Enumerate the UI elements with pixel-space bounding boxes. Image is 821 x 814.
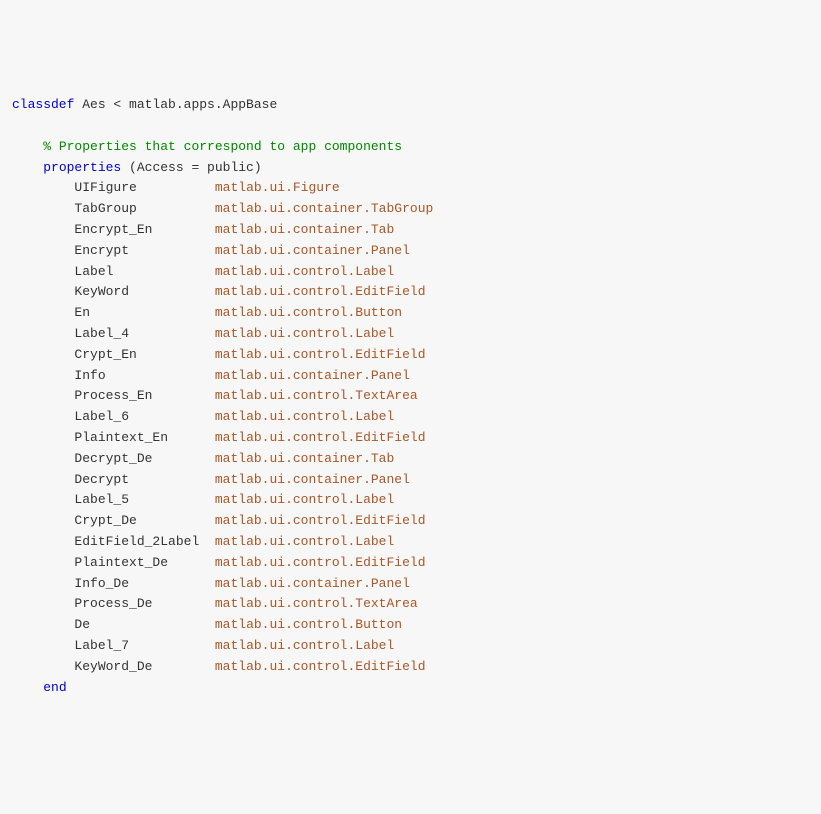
property-name: Decrypt [74,472,214,487]
property-type: matlab.ui.control.EditField [215,659,426,674]
keyword-properties: properties [43,160,121,175]
indent [12,160,43,175]
property-type: matlab.ui.container.Panel [215,472,410,487]
indent [12,409,74,424]
indent [12,555,74,570]
property-name: Label_7 [74,638,214,653]
property-name: Crypt_En [74,347,214,362]
property-name: Label_5 [74,492,214,507]
indent [12,305,74,320]
property-type: matlab.ui.container.TabGroup [215,201,433,216]
indent [12,534,74,549]
property-type: matlab.ui.control.EditField [215,284,426,299]
indent [12,347,74,362]
property-type: matlab.ui.control.Label [215,638,394,653]
property-name: UIFigure [74,180,214,195]
property-type: matlab.ui.control.Button [215,305,402,320]
indent [12,617,74,632]
indent [12,201,74,216]
property-type: matlab.ui.control.TextArea [215,388,418,403]
property-name: TabGroup [74,201,214,216]
property-name: KeyWord [74,284,214,299]
indent [12,472,74,487]
property-name: En [74,305,214,320]
property-name: Process_De [74,596,214,611]
property-type: matlab.ui.control.Label [215,492,394,507]
indent [12,576,74,591]
property-type: matlab.ui.control.Label [215,264,394,279]
indent [12,326,74,341]
property-type: matlab.ui.control.EditField [215,430,426,445]
indent [12,368,74,383]
property-type: matlab.ui.Figure [215,180,340,195]
property-name: Plaintext_De [74,555,214,570]
property-type: matlab.ui.control.EditField [215,347,426,362]
property-name: Plaintext_En [74,430,214,445]
property-name: Encrypt_En [74,222,214,237]
property-name: Encrypt [74,243,214,258]
property-name: Process_En [74,388,214,403]
property-type: matlab.ui.control.Label [215,534,394,549]
keyword-end: end [43,680,66,695]
property-type: matlab.ui.container.Tab [215,451,394,466]
property-type: matlab.ui.control.TextArea [215,596,418,611]
indent [12,638,74,653]
property-type: matlab.ui.control.Label [215,326,394,341]
property-type: matlab.ui.container.Panel [215,576,410,591]
property-type: matlab.ui.container.Panel [215,243,410,258]
properties-access: (Access = public) [121,160,261,175]
class-decl-text: Aes < matlab.apps.AppBase [74,97,277,112]
property-name: Label [74,264,214,279]
indent [12,284,74,299]
property-name: Crypt_De [74,513,214,528]
indent [12,513,74,528]
indent [12,492,74,507]
indent [12,680,43,695]
property-name: Info_De [74,576,214,591]
property-name: Label_6 [74,409,214,424]
indent [12,451,74,466]
indent [12,430,74,445]
property-name: KeyWord_De [74,659,214,674]
property-name: Info [74,368,214,383]
indent [12,596,74,611]
indent [12,388,74,403]
property-type: matlab.ui.container.Panel [215,368,410,383]
comment-line: % Properties that correspond to app comp… [43,139,402,154]
property-type: matlab.ui.control.EditField [215,513,426,528]
indent [12,139,43,154]
property-name: EditField_2Label [74,534,214,549]
indent [12,180,74,195]
property-name: Label_4 [74,326,214,341]
property-type: matlab.ui.control.Button [215,617,402,632]
keyword-classdef: classdef [12,97,74,112]
indent [12,222,74,237]
indent [12,659,74,674]
code-block: classdef Aes < matlab.apps.AppBase % Pro… [12,95,809,698]
property-name: Decrypt_De [74,451,214,466]
property-type: matlab.ui.control.Label [215,409,394,424]
indent [12,264,74,279]
property-type: matlab.ui.control.EditField [215,555,426,570]
property-name: De [74,617,214,632]
property-type: matlab.ui.container.Tab [215,222,394,237]
indent [12,243,74,258]
